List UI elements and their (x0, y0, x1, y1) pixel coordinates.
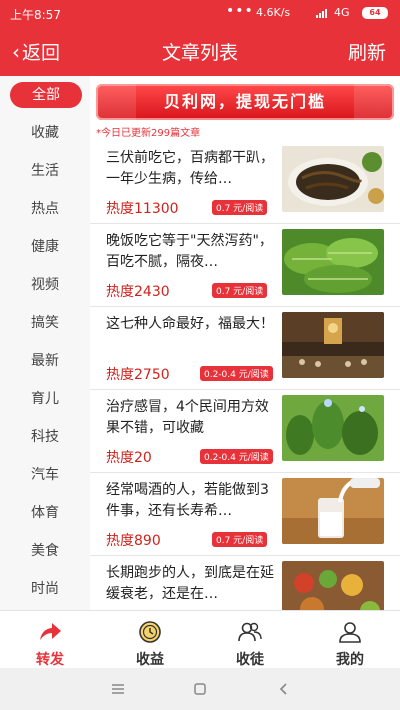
status-bar: 上午8:57 ••• 4.6K/s 4G 64 (0, 0, 400, 26)
user-icon (339, 622, 361, 643)
article-item[interactable]: 治疗感冒，4个民间用方效果不错，可收藏 热度20 0.2-0.4 元/阅读 (90, 391, 400, 473)
refresh-button[interactable]: 刷新 (348, 38, 386, 65)
system-nav-bar (0, 668, 400, 710)
article-heat: 热度2430 (106, 284, 170, 300)
article-heat: 热度2750 (106, 367, 170, 383)
category-auto[interactable]: 汽车 (0, 460, 90, 490)
tab-label: 收徒 (236, 652, 264, 668)
article-item[interactable]: 三伏前吃它，百病都干趴，一年少生病，传给… 热度11300 0.7 元/阅读 (90, 142, 400, 224)
article-thumbnail (282, 146, 384, 212)
status-dots: ••• (226, 3, 254, 19)
tab-profile[interactable]: 我的 (300, 611, 400, 669)
category-food[interactable]: 美食 (0, 536, 90, 566)
article-thumbnail (282, 312, 384, 378)
article-title: 这七种人命最好，福最大！ (106, 316, 274, 332)
article-heat: 热度890 (106, 533, 161, 549)
category-sports[interactable]: 体育 (0, 498, 90, 528)
article-thumbnail (282, 395, 384, 461)
article-price-badge: 0.2-0.4 元/阅读 (200, 449, 273, 464)
back-button[interactable]: ‹ 返回 (12, 38, 60, 65)
category-video[interactable]: 视频 (0, 270, 90, 300)
article-item[interactable]: 这七种人命最好，福最大！ 热度2750 0.2-0.4 元/阅读 (90, 308, 400, 390)
article-item[interactable]: 经常喝酒的人，若能做到3件事，还有长寿希… 热度890 0.7 元/阅读 (90, 474, 400, 556)
status-time: 上午8:57 (10, 8, 61, 22)
back-label: 返回 (22, 42, 61, 64)
article-thumbnail (282, 478, 384, 544)
article-price-badge: 0.7 元/阅读 (212, 532, 268, 547)
article-title: 治疗感冒，4个民间用方效果不错，可收藏 (106, 399, 269, 436)
tab-recruit[interactable]: 收徒 (200, 611, 300, 669)
article-heat: 热度20 (106, 450, 152, 466)
article-title: 晚饭吃它等于"天然泻药"，百吃不腻，隔夜… (106, 233, 273, 270)
share-arrow-icon (40, 623, 61, 640)
article-item[interactable]: 长期跑步的人，到底是在延缓衰老，还是在… (90, 557, 400, 610)
tab-label: 收益 (136, 652, 164, 668)
article-price-badge: 0.2-0.4 元/阅读 (200, 366, 273, 381)
tab-share[interactable]: 转发 (0, 611, 100, 669)
category-health[interactable]: 健康 (0, 232, 90, 262)
category-fashion[interactable]: 时尚 (0, 574, 90, 604)
article-list-panel: 贝利网，提现无门槛 *今日已更新299篇文章 三伏前吃它，百病都干趴，一年少生病… (90, 76, 400, 610)
battery-icon: 64 (362, 7, 388, 19)
menu-icon[interactable] (106, 678, 130, 700)
promo-banner[interactable]: 贝利网，提现无门槛 (96, 84, 394, 120)
coin-clock-icon (139, 621, 161, 643)
category-all[interactable]: 全部 (10, 82, 82, 108)
network-speed: 4.6K/s (256, 6, 291, 19)
category-funny[interactable]: 搞笑 (0, 308, 90, 338)
category-favorites[interactable]: 收藏 (0, 118, 90, 148)
article-thumbnail (282, 229, 384, 295)
update-note: *今日已更新299篇文章 (96, 128, 201, 139)
add-friends-icon (238, 622, 262, 642)
home-icon[interactable] (188, 678, 212, 700)
article-title: 三伏前吃它，百病都干趴，一年少生病，传给… (106, 150, 274, 187)
article-heat: 热度11300 (106, 201, 179, 217)
article-thumbnail (282, 561, 384, 610)
back-nav-icon[interactable] (272, 678, 296, 700)
article-price-badge: 0.7 元/阅读 (212, 200, 268, 215)
tab-label: 转发 (36, 652, 64, 668)
article-title: 经常喝酒的人，若能做到3件事，还有长寿希… (106, 482, 269, 519)
category-sidebar: 全部 收藏 生活 热点 健康 视频 搞笑 最新 育儿 科技 汽车 体育 美食 时… (0, 76, 90, 610)
title-bar: ‹ 返回 文章列表 刷新 (0, 26, 400, 76)
bottom-tab-bar: 转发 收益 收徒 我的 (0, 610, 400, 668)
category-hot[interactable]: 热点 (0, 194, 90, 224)
tab-earnings[interactable]: 收益 (100, 611, 200, 669)
tab-label: 我的 (336, 652, 364, 668)
article-price-badge: 0.7 元/阅读 (212, 283, 268, 298)
category-life[interactable]: 生活 (0, 156, 90, 186)
category-latest[interactable]: 最新 (0, 346, 90, 376)
signal-icon (316, 9, 327, 18)
article-item[interactable]: 晚饭吃它等于"天然泻药"，百吃不腻，隔夜… 热度2430 0.7 元/阅读 (90, 225, 400, 307)
category-parenting[interactable]: 育儿 (0, 384, 90, 414)
network-type: 4G (334, 6, 350, 19)
category-tech[interactable]: 科技 (0, 422, 90, 452)
chevron-left-icon: ‹ (12, 39, 20, 64)
article-title: 长期跑步的人，到底是在延缓衰老，还是在… (106, 565, 274, 602)
